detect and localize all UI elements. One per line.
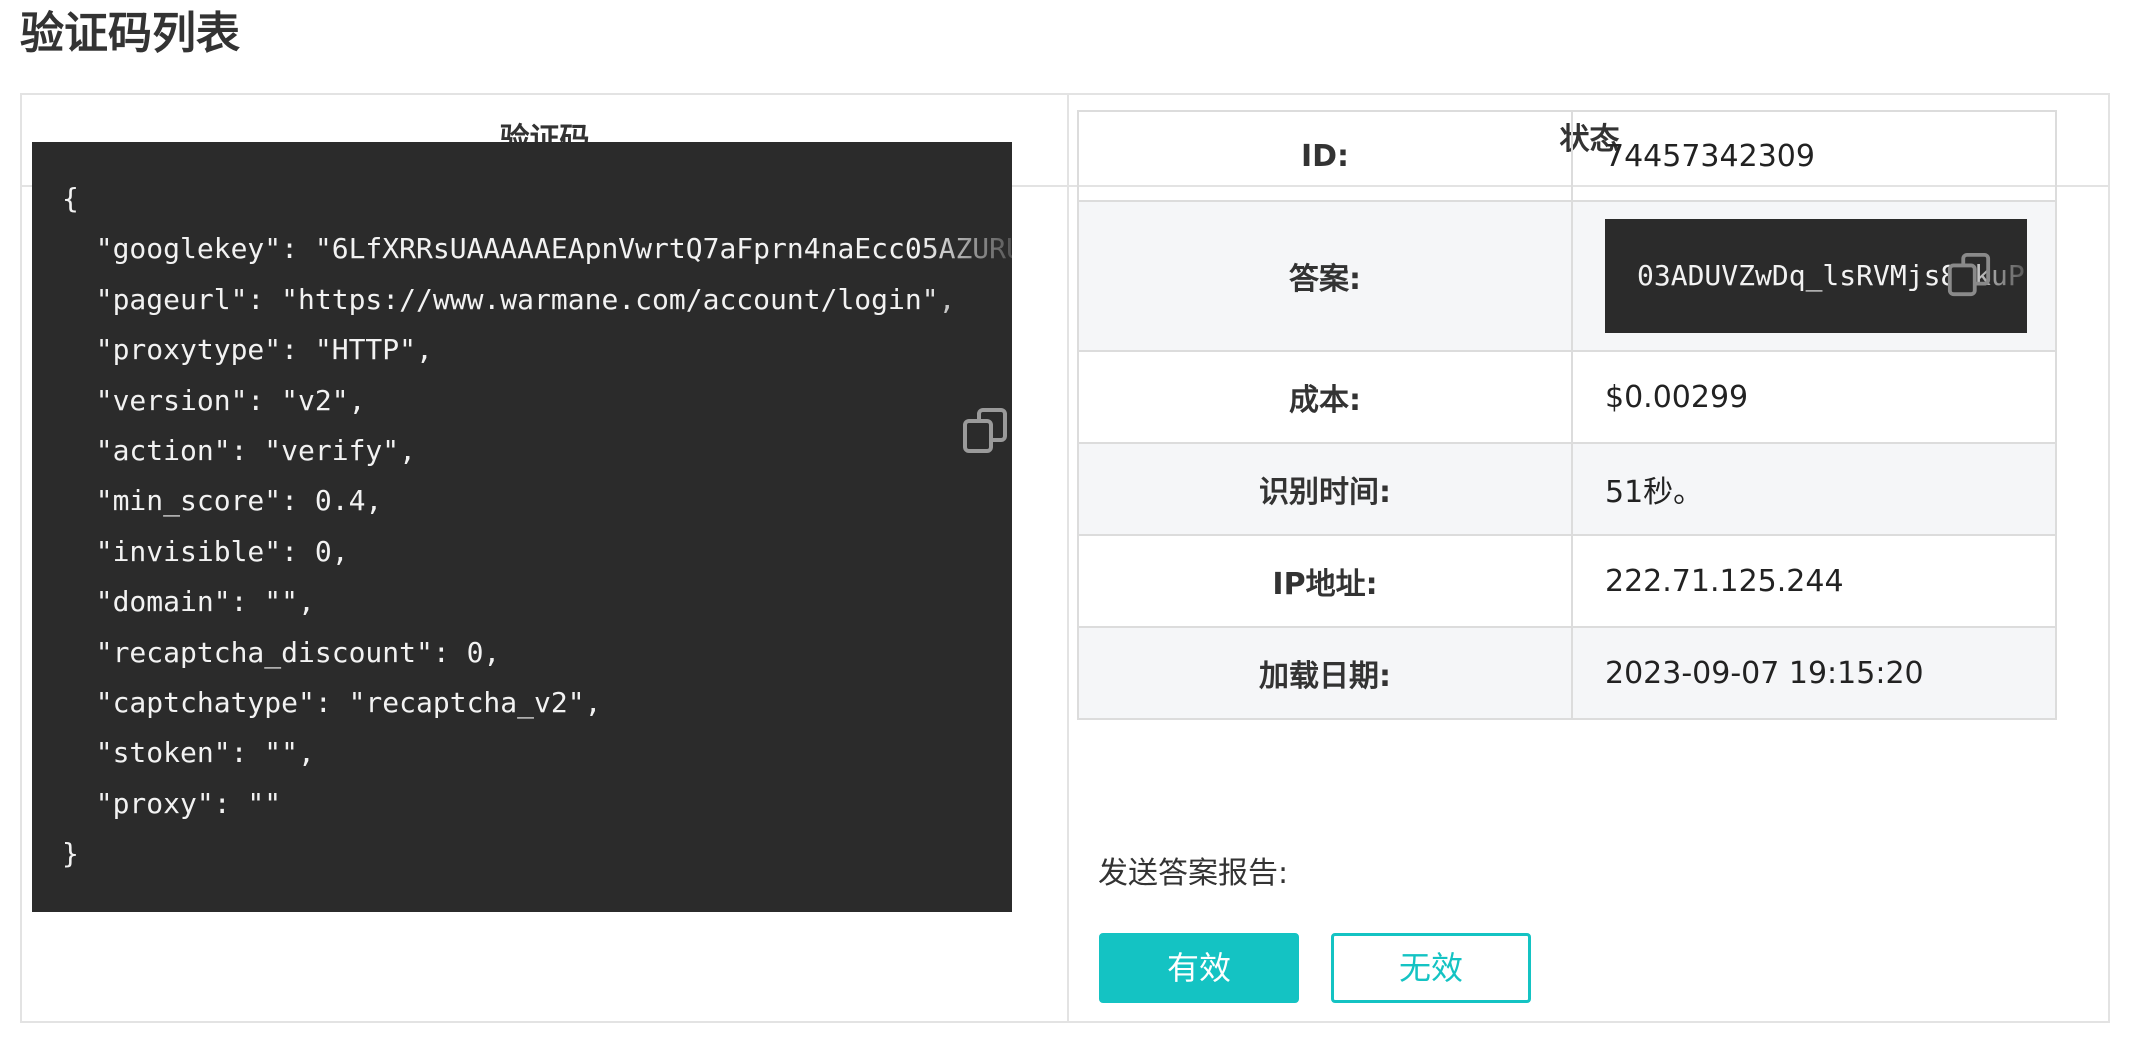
date-label: 加载日期: [1077, 626, 1573, 720]
time-label: 识别时间: [1077, 442, 1573, 536]
status-row-cost: 成本: $0.00299 [1077, 350, 2057, 444]
captcha-json-text[interactable]: { "googlekey": "6LfXRRsUAAAAAEApnVwrtQ7a… [62, 174, 1012, 880]
ip-value: 222.71.125.244 [1571, 534, 2057, 628]
cost-label: 成本: [1077, 350, 1573, 444]
ip-label: IP地址: [1077, 534, 1573, 628]
report-invalid-button[interactable]: 无效 [1331, 933, 1531, 1003]
report-label: 发送答案报告: [1098, 856, 1289, 891]
copy-answer-button[interactable] [1943, 249, 1995, 301]
copy-icon [1947, 252, 1991, 297]
captcha-json-code-block: { "googlekey": "6LfXRRsUAAAAAEApnVwrtQ7a… [32, 142, 1012, 912]
report-valid-button[interactable]: 有效 [1099, 933, 1299, 1003]
cost-value: $0.00299 [1571, 350, 2057, 444]
id-label: ID: [1077, 110, 1573, 202]
answer-label: 答案: [1077, 200, 1573, 352]
copy-code-button[interactable] [960, 406, 1010, 456]
page-title: 验证码列表 [20, 8, 240, 59]
status-row-answer: 答案: 03ADUVZwDq_lsRVMjs8BkuP [1077, 200, 2057, 352]
id-value: 74457342309 [1571, 110, 2057, 202]
date-value: 2023-09-07 19:15:20 [1571, 626, 2057, 720]
status-row-ip: IP地址: 222.71.125.244 [1077, 534, 2057, 628]
answer-code-block: 03ADUVZwDq_lsRVMjs8BkuP [1605, 219, 2027, 333]
copy-icon [963, 408, 1007, 453]
answer-cell: 03ADUVZwDq_lsRVMjs8BkuP [1571, 200, 2057, 352]
time-value: 51秒。 [1571, 442, 2057, 536]
status-row-date: 加载日期: 2023-09-07 19:15:20 [1077, 626, 2057, 720]
status-row-time: 识别时间: 51秒。 [1077, 442, 2057, 536]
column-divider [1067, 95, 1069, 1021]
status-row-id: ID: 74457342309 [1077, 110, 2057, 202]
status-info-table: ID: 74457342309 答案: 03ADUVZwDq_lsRVMjs8B… [1077, 110, 2057, 720]
